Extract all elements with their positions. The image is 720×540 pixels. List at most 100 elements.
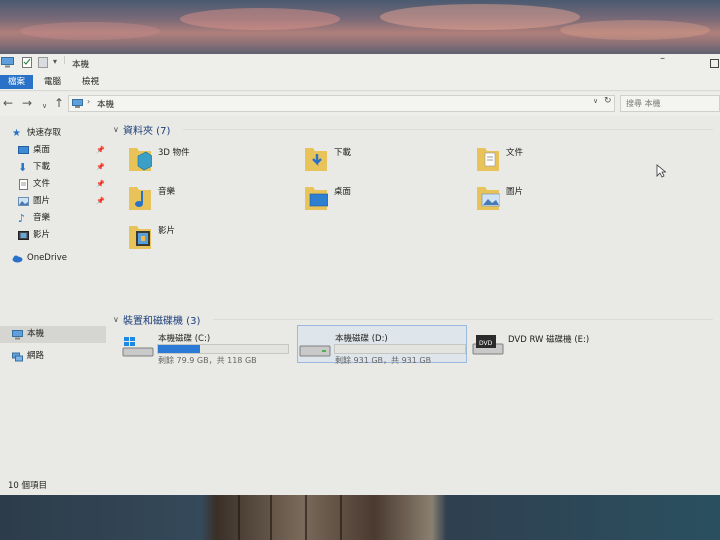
music-folder-icon [129,187,151,210]
back-arrow-icon[interactable]: ← [3,96,13,110]
dvd-drive-icon: DVD [472,335,504,355]
pier-plank [340,488,342,540]
pier-plank [305,488,307,540]
computer-icon [1,57,14,68]
status-bar: 10 個項目 [0,477,720,495]
computer-icon [12,330,23,340]
collapse-chevron-icon[interactable]: ∨ [113,315,119,324]
group-header-folders[interactable]: 資料夾 (7) [123,122,170,137]
drive-e[interactable]: DVD DVD RW 磁碟機 (E:) [472,330,662,366]
group-divider [183,129,713,130]
folder-3d-objects[interactable]: 3D 物件 [128,144,278,176]
navigation-pane: ★ 快速存取 桌面 📌 ⬇ 下載 📌 文件 📌 圖片 📌 ♪ 音樂 影片 One… [0,116,108,476]
music-icon: ♪ [18,212,26,225]
new-folder-icon[interactable] [38,57,48,68]
desktop-wallpaper-bottom [0,488,720,540]
mouse-cursor-icon [656,164,666,178]
pin-icon[interactable]: 📌 [96,146,105,154]
tab-computer[interactable]: 電腦 [38,75,67,89]
windows-drive-icon [122,337,154,357]
folder-downloads[interactable]: 下載 [304,144,454,176]
video-icon [18,231,29,240]
tab-view[interactable]: 檢視 [76,75,105,89]
document-icon [19,179,28,190]
sidebar-item-label: 影片 [33,230,51,240]
tab-file[interactable]: 檔案 [0,75,34,89]
up-arrow-icon[interactable]: ↑ [54,96,64,110]
folder-label: 圖片 [506,187,524,197]
drive-usage-bar [157,344,289,354]
drive-c[interactable]: 本機磁碟 (C:) 剩餘 79.9 GB，共 118 GB [122,333,297,369]
desktop-folder-icon [305,187,328,210]
breadcrumb-this-pc[interactable]: 本機 [97,98,114,110]
sidebar-item-label: 下載 [33,162,51,172]
desktop-wallpaper-top [0,0,720,55]
sidebar-item-label: 網路 [27,351,45,361]
properties-icon[interactable] [22,57,32,68]
quick-access-toolbar-dropdown[interactable]: ▾ [53,57,57,66]
maximize-button[interactable] [710,59,719,68]
downloads-folder-icon [305,148,327,171]
folder-documents[interactable]: 文件 [476,144,626,176]
drive-d[interactable]: 本機磁碟 (D:) 剩餘 931 GB，共 931 GB [299,333,474,369]
pin-icon[interactable]: 📌 [96,197,105,205]
drive-label: 本機磁碟 (C:) [158,334,211,344]
refresh-icon[interactable]: ↻ [604,96,612,106]
group-header-devices[interactable]: 裝置和磁碟機 (3) [123,312,200,327]
window-title: 本機 [72,60,90,70]
item-count: 10 個項目 [8,481,48,491]
drive-free-space: 剩餘 79.9 GB，共 118 GB [158,356,257,365]
folder-label: 文件 [506,148,524,158]
star-icon: ★ [12,128,21,139]
folder-label: 下載 [334,148,352,158]
ribbon-tabs: 檔案 電腦 檢視 [0,72,720,91]
forward-arrow-icon[interactable]: → [22,96,32,110]
drive-label: 本機磁碟 (D:) [335,334,388,344]
drive-usage-fill [158,345,200,353]
sidebar-item-label: OneDrive [27,253,67,263]
documents-folder-icon [477,148,499,171]
search-placeholder: 搜尋 本機 [626,99,661,108]
3d-objects-folder-icon [129,148,152,171]
network-icon [12,352,23,362]
folder-label: 影片 [158,226,176,236]
folder-music[interactable]: 音樂 [128,183,278,215]
sidebar-item-label: 音樂 [33,213,51,223]
cloud-icon [12,255,23,263]
content-pane: ∨ 資料夾 (7) 3D 物件 下載 文件 音樂 桌面 圖片 影片 ∨ 裝置和磁… [108,116,720,476]
search-input[interactable]: 搜尋 本機 [620,95,720,112]
address-dropdown-icon[interactable]: ∨ [593,97,598,105]
minimize-button[interactable]: – [660,53,665,64]
hard-drive-icon [299,345,331,357]
group-divider [213,319,713,320]
folder-label: 桌面 [334,187,352,197]
folder-desktop[interactable]: 桌面 [304,183,454,215]
pin-icon[interactable]: 📌 [96,163,105,171]
address-bar[interactable]: › 本機 ∨ ↻ [68,95,615,112]
folder-label: 3D 物件 [158,148,190,158]
drive-usage-bar [334,344,466,354]
sidebar-item-label: 圖片 [33,196,51,206]
picture-icon [18,197,29,206]
pictures-folder-icon [477,187,500,210]
drive-free-space: 剩餘 931 GB，共 931 GB [335,356,432,365]
folder-videos[interactable]: 影片 [128,222,278,254]
pin-icon[interactable]: 📌 [96,180,105,188]
pier-plank [270,488,272,540]
folder-pictures[interactable]: 圖片 [476,183,626,215]
sidebar-item-label: 文件 [33,179,51,189]
drive-label: DVD RW 磁碟機 (E:) [508,335,590,345]
sidebar-item-label: 桌面 [33,145,51,155]
navigation-bar: ← → ∨ ↑ › 本機 ∨ ↻ 搜尋 本機 [0,92,720,116]
computer-icon [72,99,83,108]
sidebar-item-label: 快速存取 [27,128,62,138]
collapse-chevron-icon[interactable]: ∨ [113,125,119,134]
pier-plank [238,488,240,540]
breadcrumb-separator-icon: › [87,97,91,106]
videos-folder-icon [129,226,151,249]
folder-label: 音樂 [158,187,176,197]
svg-text:DVD: DVD [479,340,493,347]
file-explorer-window: ▾ | 本機 – 檔案 電腦 檢視 ← → ∨ ↑ › 本機 ∨ ↻ 搜尋 本機 [0,53,720,495]
sidebar-item-label: 本機 [27,329,45,339]
recent-locations-chevron-icon[interactable]: ∨ [42,99,47,113]
